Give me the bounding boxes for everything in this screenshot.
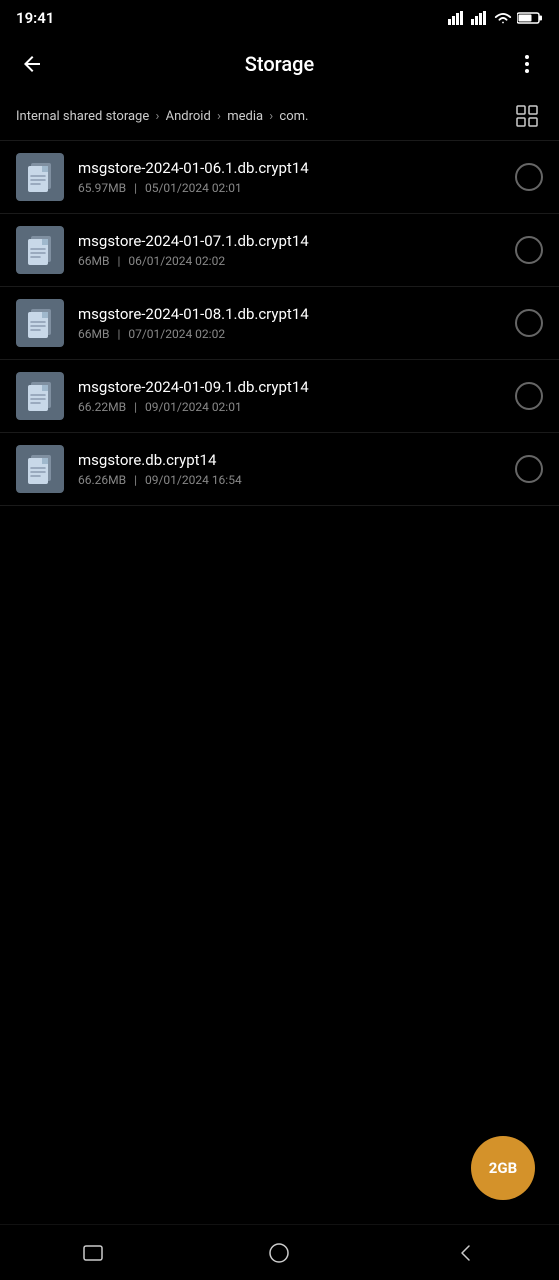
- file-size: 66MB: [78, 254, 109, 268]
- more-options-button[interactable]: [507, 44, 547, 84]
- file-meta: 65.97MB | 05/01/2024 02:01: [78, 181, 507, 195]
- file-info: msgstore-2024-01-07.1.db.crypt14 66MB | …: [78, 232, 507, 268]
- file-meta: 66.26MB | 09/01/2024 16:54: [78, 473, 507, 487]
- file-date: 09/01/2024 02:01: [145, 400, 242, 414]
- breadcrumb-part-3[interactable]: media: [227, 109, 263, 124]
- recent-apps-button[interactable]: [65, 1225, 121, 1280]
- file-meta: 66MB | 06/01/2024 02:02: [78, 254, 507, 268]
- status-bar: 19:41: [0, 0, 559, 36]
- file-item[interactable]: msgstore-2024-01-09.1.db.crypt14 66.22MB…: [0, 360, 559, 433]
- grid-view-button[interactable]: [511, 100, 543, 132]
- file-icon-wrap: [16, 372, 64, 420]
- home-button[interactable]: [251, 1225, 307, 1280]
- file-info: msgstore.db.crypt14 66.26MB | 09/01/2024…: [78, 451, 507, 487]
- breadcrumb[interactable]: Internal shared storage › Android › medi…: [16, 109, 511, 124]
- file-info: msgstore-2024-01-06.1.db.crypt14 65.97MB…: [78, 159, 507, 195]
- file-item[interactable]: msgstore.db.crypt14 66.26MB | 09/01/2024…: [0, 433, 559, 506]
- file-date: 06/01/2024 02:02: [128, 254, 225, 268]
- file-icon-wrap: [16, 153, 64, 201]
- status-icons: [448, 11, 543, 25]
- file-name: msgstore-2024-01-06.1.db.crypt14: [78, 159, 507, 177]
- file-item[interactable]: msgstore-2024-01-08.1.db.crypt14 66MB | …: [0, 287, 559, 360]
- top-bar: Storage: [0, 36, 559, 92]
- back-button[interactable]: [12, 44, 52, 84]
- nav-bar: [0, 1224, 559, 1280]
- breadcrumb-part-4[interactable]: com.: [279, 109, 308, 124]
- breadcrumb-bar: Internal shared storage › Android › medi…: [0, 92, 559, 141]
- battery-icon: [517, 11, 543, 25]
- select-checkbox[interactable]: [515, 455, 543, 483]
- file-size: 66.26MB: [78, 473, 126, 487]
- wifi-icon: [494, 11, 512, 25]
- back-nav-button[interactable]: [438, 1225, 494, 1280]
- file-icon-wrap: [16, 445, 64, 493]
- signal-icon: [448, 11, 466, 25]
- select-checkbox[interactable]: [515, 163, 543, 191]
- file-name: msgstore-2024-01-09.1.db.crypt14: [78, 378, 507, 396]
- document-icon: [26, 452, 54, 486]
- file-name: msgstore-2024-01-07.1.db.crypt14: [78, 232, 507, 250]
- file-info: msgstore-2024-01-08.1.db.crypt14 66MB | …: [78, 305, 507, 341]
- file-item[interactable]: msgstore-2024-01-07.1.db.crypt14 66MB | …: [0, 214, 559, 287]
- file-size: 66.22MB: [78, 400, 126, 414]
- page-title: Storage: [52, 52, 507, 76]
- select-checkbox[interactable]: [515, 382, 543, 410]
- file-size: 66MB: [78, 327, 109, 341]
- select-checkbox[interactable]: [515, 309, 543, 337]
- file-size: 65.97MB: [78, 181, 126, 195]
- file-date: 09/01/2024 16:54: [145, 473, 242, 487]
- breadcrumb-part-1[interactable]: Internal shared storage: [16, 109, 149, 124]
- document-icon: [26, 379, 54, 413]
- file-list: msgstore-2024-01-06.1.db.crypt14 65.97MB…: [0, 141, 559, 506]
- status-time: 19:41: [16, 9, 54, 27]
- file-meta: 66MB | 07/01/2024 02:02: [78, 327, 507, 341]
- document-icon: [26, 160, 54, 194]
- file-icon-wrap: [16, 299, 64, 347]
- file-name: msgstore.db.crypt14: [78, 451, 507, 469]
- document-icon: [26, 306, 54, 340]
- breadcrumb-part-2[interactable]: Android: [166, 109, 211, 124]
- file-meta: 66.22MB | 09/01/2024 02:01: [78, 400, 507, 414]
- document-icon: [26, 233, 54, 267]
- signal2-icon: [471, 11, 489, 25]
- file-icon-wrap: [16, 226, 64, 274]
- file-name: msgstore-2024-01-08.1.db.crypt14: [78, 305, 507, 323]
- file-date: 05/01/2024 02:01: [145, 181, 242, 195]
- storage-fab[interactable]: 2GB: [471, 1136, 535, 1200]
- file-date: 07/01/2024 02:02: [128, 327, 225, 341]
- file-item[interactable]: msgstore-2024-01-06.1.db.crypt14 65.97MB…: [0, 141, 559, 214]
- select-checkbox[interactable]: [515, 236, 543, 264]
- file-info: msgstore-2024-01-09.1.db.crypt14 66.22MB…: [78, 378, 507, 414]
